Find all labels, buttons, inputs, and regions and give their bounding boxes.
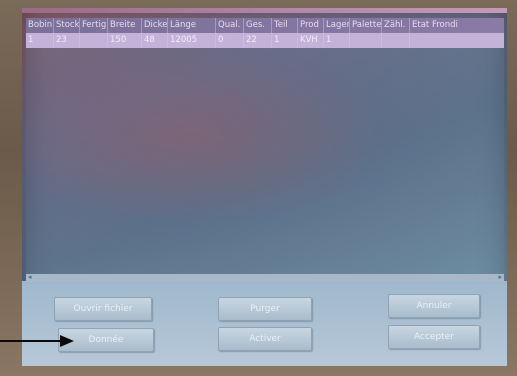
annotation-arrow-icon: [60, 335, 74, 347]
column-header[interactable]: Stock: [54, 18, 80, 33]
table-cell: 0: [216, 33, 244, 48]
table-cell: 23: [54, 33, 80, 48]
table-header: Bobin Stock Fertig Breite Dicke Länge Qu…: [26, 18, 504, 33]
column-header[interactable]: Fertig: [80, 18, 108, 33]
accept-button[interactable]: Accepter: [388, 325, 480, 349]
table-cell: 12005: [168, 33, 216, 48]
horizontal-scrollbar[interactable]: ◂ ▸: [26, 273, 504, 281]
table-cell: [350, 33, 382, 48]
column-header[interactable]: Bobin: [26, 18, 54, 33]
table-cell: 22: [244, 33, 272, 48]
column-header[interactable]: Palette: [350, 18, 382, 33]
purge-button[interactable]: Purger: [218, 297, 312, 321]
button-panel: Ouvrir fichier Purger Annuler Donnée Act…: [22, 281, 507, 366]
table-cell: [410, 33, 470, 48]
column-header[interactable]: Etat Frondi: [410, 18, 470, 33]
column-header[interactable]: Prod: [298, 18, 324, 33]
table-cell: 48: [142, 33, 168, 48]
table-empty-area[interactable]: [26, 48, 504, 274]
column-header[interactable]: Teil: [272, 18, 298, 33]
table-cell: [382, 33, 410, 48]
column-header[interactable]: Zähl.: [382, 18, 410, 33]
title-bar: [22, 8, 507, 13]
table-cell: 1: [324, 33, 350, 48]
activate-button[interactable]: Activer: [218, 327, 312, 351]
column-header[interactable]: Ges.: [244, 18, 272, 33]
column-header[interactable]: Qual.: [216, 18, 244, 33]
cancel-button[interactable]: Annuler: [388, 294, 480, 318]
table-cell: 1: [272, 33, 298, 48]
annotation-arrow-line: [0, 340, 62, 342]
table-cell: 150: [108, 33, 142, 48]
column-header[interactable]: Lager: [324, 18, 350, 33]
table-row[interactable]: 1 23 150 48 12005 0 22 1 KVH 1: [26, 33, 504, 48]
screen: Bobin Stock Fertig Breite Dicke Länge Qu…: [22, 8, 507, 366]
column-header[interactable]: Länge: [168, 18, 216, 33]
table-cell: 1: [26, 33, 54, 48]
column-header[interactable]: Dicke: [142, 18, 168, 33]
open-file-button[interactable]: Ouvrir fichier: [54, 297, 152, 321]
table-cell: KVH: [298, 33, 324, 48]
column-header[interactable]: Breite: [108, 18, 142, 33]
table-cell: [80, 33, 108, 48]
